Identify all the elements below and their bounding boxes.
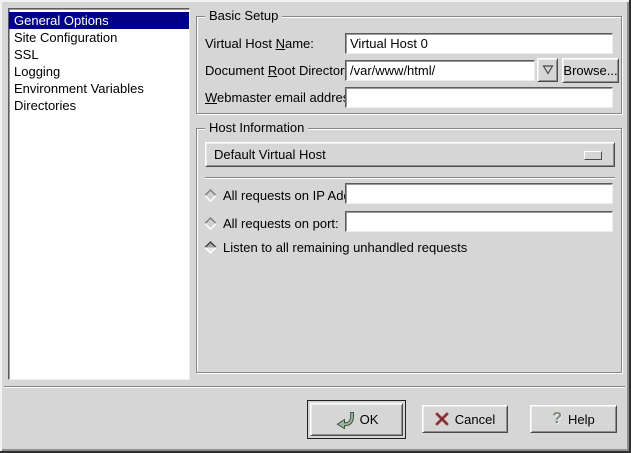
radio-port-label: All requests on port: bbox=[223, 216, 339, 231]
document-root-label: Document Root Directory: bbox=[205, 60, 355, 81]
chevron-down-icon bbox=[542, 65, 554, 75]
radio-unchecked-icon bbox=[204, 189, 217, 202]
host-type-selected-value: Default Virtual Host bbox=[214, 147, 326, 162]
option-menu-indicator-icon bbox=[584, 151, 602, 160]
host-type-dropdown[interactable]: Default Virtual Host bbox=[205, 142, 615, 167]
cancel-button-label: Cancel bbox=[455, 412, 495, 427]
virtual-host-name-label: Virtual Host Name: bbox=[205, 33, 314, 54]
sidebar-item-directories[interactable]: Directories bbox=[9, 97, 189, 114]
ok-default-ring: OK bbox=[307, 400, 406, 439]
host-info-separator bbox=[205, 177, 615, 179]
radio-all-requests-port[interactable]: All requests on port: bbox=[204, 213, 339, 233]
sidebar-item-logging[interactable]: Logging bbox=[9, 63, 189, 80]
sidebar-item-general-options[interactable]: General Options bbox=[9, 12, 189, 29]
ok-button-label: OK bbox=[360, 412, 379, 427]
radio-listen-all-remaining[interactable]: Listen to all remaining unhandled reques… bbox=[204, 237, 467, 257]
cancel-x-icon bbox=[435, 412, 449, 426]
virtual-host-name-input[interactable] bbox=[345, 33, 613, 54]
help-button-label: Help bbox=[568, 412, 595, 427]
browse-button[interactable]: Browse... bbox=[562, 58, 619, 83]
virtual-host-properties-window: General Options Site Configuration SSL L… bbox=[0, 0, 631, 453]
browse-button-label: Browse... bbox=[563, 63, 617, 78]
sidebar-item-site-configuration[interactable]: Site Configuration bbox=[9, 29, 189, 46]
ip-address-input[interactable] bbox=[345, 183, 613, 204]
webmaster-email-label: Webmaster email address: bbox=[205, 87, 359, 108]
cancel-button[interactable]: Cancel bbox=[422, 405, 508, 433]
sidebar-item-ssl[interactable]: SSL bbox=[9, 46, 189, 63]
help-question-icon: ? bbox=[552, 410, 562, 428]
sidebar-item-environment-variables[interactable]: Environment Variables bbox=[9, 80, 189, 97]
document-root-history-button[interactable] bbox=[537, 58, 558, 82]
ok-button[interactable]: OK bbox=[310, 403, 403, 436]
basic-setup-title: Basic Setup bbox=[205, 8, 282, 23]
basic-setup-frame: Basic Setup Virtual Host Name: Document … bbox=[196, 16, 622, 114]
radio-checked-icon bbox=[204, 241, 217, 254]
radio-listen-all-label: Listen to all remaining unhandled reques… bbox=[223, 240, 467, 255]
ok-return-arrow-icon bbox=[335, 411, 354, 429]
port-input[interactable] bbox=[345, 211, 613, 232]
button-area-separator bbox=[4, 386, 625, 388]
radio-unchecked-icon bbox=[204, 217, 217, 230]
sections-list: General Options Site Configuration SSL L… bbox=[8, 8, 190, 380]
help-button[interactable]: ? Help bbox=[530, 405, 617, 433]
document-root-input[interactable] bbox=[345, 60, 535, 81]
host-information-title: Host Information bbox=[205, 120, 308, 135]
host-information-frame: Host Information Default Virtual Host Al… bbox=[196, 128, 622, 373]
webmaster-email-input[interactable] bbox=[345, 87, 613, 108]
